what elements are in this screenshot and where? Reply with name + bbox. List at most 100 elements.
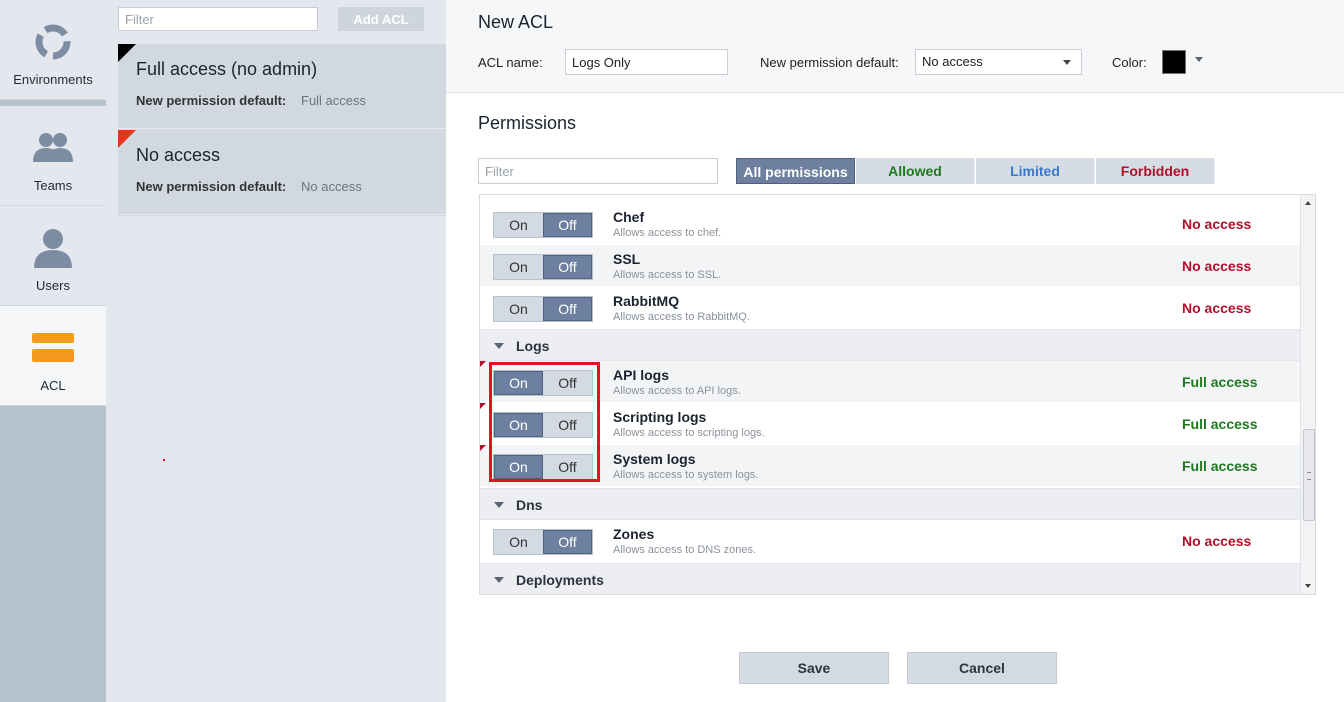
changed-marker [480,403,486,409]
teams-icon [0,126,106,170]
permission-group-deployments[interactable]: Deployments [480,563,1300,594]
toggle-on[interactable]: On [494,530,543,554]
permission-description: Allows access to DNS zones. [613,544,757,556]
group-label: Deployments [516,572,604,588]
permission-default-label: New permission default: [760,55,899,70]
permission-status: Full access [1182,458,1258,474]
grip-icon [1307,472,1311,480]
tab-limited[interactable]: Limited [976,158,1095,184]
acl-card-default-label: New permission default: [136,179,287,194]
nav-item-acl[interactable]: ACL [0,306,106,406]
toggle-off[interactable]: Off [543,530,592,554]
permission-toggle[interactable]: On Off [493,254,593,280]
acl-editor: New ACL ACL name: New permission default… [446,0,1344,702]
permission-row: On Off System logs Allows access to syst… [480,445,1300,487]
toggle-off[interactable]: Off [543,297,592,321]
nav-label: Users [36,278,70,293]
save-button[interactable]: Save [739,652,889,684]
nav-label: ACL [40,378,66,393]
nav-item-users[interactable]: Users [0,206,106,306]
acl-name-field[interactable] [565,49,728,75]
toggle-off[interactable]: Off [543,255,592,279]
changed-marker [480,361,486,367]
permission-description: Allows access to RabbitMQ. [613,311,750,323]
page-title: New ACL [478,12,554,32]
acl-filter-input[interactable] [118,7,318,31]
chevron-down-icon[interactable] [1195,57,1203,62]
permission-name: API logs [613,367,670,383]
select-value: No access [922,54,983,69]
permission-description: Allows access to scripting logs. [613,427,765,439]
acl-card-default-value: No access [301,179,362,194]
permission-status: No access [1182,533,1252,549]
permission-status: Full access [1182,416,1258,432]
scroll-down-icon[interactable] [1305,584,1311,588]
permission-description: Allows access to system logs. [613,469,759,481]
stray-dot [163,459,165,461]
chevron-down-icon [494,577,504,583]
toggle-on[interactable]: On [494,255,543,279]
permission-name: Scripting logs [613,409,707,425]
permission-toggle[interactable]: On Off [493,296,593,322]
permission-row: On Off RabbitMQ Allows access to RabbitM… [480,287,1300,329]
tab-forbidden[interactable]: Forbidden [1096,158,1215,184]
tab-all-permissions[interactable]: All permissions [736,158,855,184]
tab-label: Limited [1010,163,1060,179]
acl-card-full-access[interactable]: Full access (no admin) New permission de… [118,44,446,129]
main-nav: Environments Teams Users ACL [0,0,106,702]
changed-marker [480,445,486,451]
permission-description: Allows access to API logs. [613,385,741,397]
nav-item-teams[interactable]: Teams [0,106,106,206]
permission-status: No access [1182,300,1252,316]
permission-group-logs[interactable]: Logs [480,329,1300,361]
permission-name: SSL [613,251,641,267]
permission-row: On Off Scripting logs Allows access to s… [480,403,1300,445]
toggle-off[interactable]: Off [543,213,592,237]
permission-status: No access [1182,258,1252,274]
nav-label: Teams [33,178,73,193]
scroll-up-icon[interactable] [1305,201,1311,205]
permission-description: Allows access to chef. [613,227,722,239]
permission-status: Full access [1182,374,1258,390]
permission-row: On Off Chef Allows access to chef. No ac… [480,203,1300,245]
scrollbar[interactable] [1300,195,1315,594]
toggle-on[interactable]: On [494,297,543,321]
acl-card-no-access[interactable]: No access New permission default: No acc… [118,130,446,215]
color-marker [118,44,136,62]
acl-card-default-value: Full access [301,93,367,108]
chevron-down-icon [494,343,504,349]
permission-default-select[interactable]: No access [915,49,1082,75]
acl-name-label: ACL name: [478,55,543,70]
permissions-filter-input[interactable] [478,158,718,184]
highlight-box [489,362,600,482]
toggle-on[interactable]: On [494,213,543,237]
permission-group-dns[interactable]: Dns [480,488,1300,520]
acl-card-list: Full access (no admin) New permission de… [118,44,446,216]
permission-name: System logs [613,451,696,467]
chevron-down-icon [1063,60,1071,65]
chevron-down-icon [494,502,504,508]
scroll-thumb[interactable] [1303,429,1315,521]
add-acl-button[interactable]: Add ACL [338,7,424,31]
color-marker [118,130,136,148]
cancel-button[interactable]: Cancel [907,652,1057,684]
acl-icon [0,326,106,370]
permissions-grid: On Off Chef Allows access to chef. No ac… [479,194,1316,595]
permission-row: On Off API logs Allows access to API log… [480,361,1300,403]
permission-name: Chef [613,209,645,225]
group-label: Dns [516,497,543,513]
acl-card-title: No access [136,145,221,165]
group-label: Logs [516,338,550,354]
acl-list-panel: Add ACL Full access (no admin) New permi… [106,0,446,702]
color-swatch[interactable] [1162,50,1186,74]
color-label: Color: [1112,55,1147,70]
acl-card-default-label: New permission default: [136,93,287,108]
permission-name: RabbitMQ [613,293,680,309]
permission-toggle[interactable]: On Off [493,212,593,238]
tab-allowed[interactable]: Allowed [856,158,975,184]
permission-row: On Off SSL Allows access to SSL. No acce… [480,245,1300,287]
permission-toggle[interactable]: On Off [493,529,593,555]
tab-label: Forbidden [1120,163,1190,179]
nav-item-environments[interactable]: Environments [0,0,106,100]
permissions-title: Permissions [478,113,577,133]
